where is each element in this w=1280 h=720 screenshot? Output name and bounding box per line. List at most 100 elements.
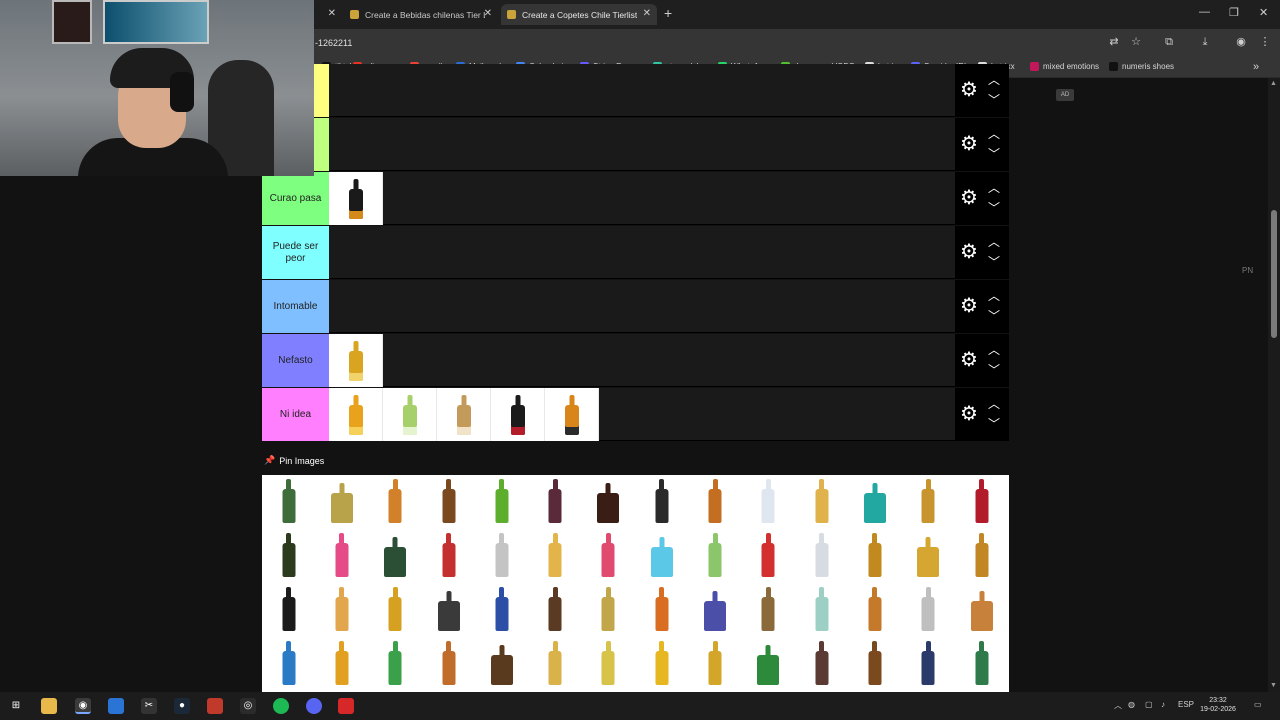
notifications-icon[interactable]: ▭	[1254, 700, 1262, 709]
pool-image[interactable]	[688, 583, 741, 637]
chevron-up-icon[interactable]: ︿	[985, 236, 1003, 248]
language-indicator[interactable]: ESP	[1178, 700, 1194, 709]
scroll-up-icon[interactable]: ▲	[1270, 80, 1277, 87]
pool-image[interactable]	[475, 475, 528, 529]
gear-icon[interactable]: ⚙	[958, 241, 980, 263]
chrome-icon[interactable]: ◉	[75, 698, 91, 714]
spotify-icon[interactable]	[273, 698, 289, 714]
network-icon[interactable]: ◍	[1128, 700, 1135, 709]
pool-image[interactable]	[262, 637, 315, 691]
bookmark-13[interactable]: numeris shoes	[1109, 62, 1174, 71]
tab-copetes-chile[interactable]: Create a Copetes Chile Tierlist ✕	[501, 4, 657, 25]
profile-icon[interactable]: ◉	[1235, 36, 1247, 48]
menu-icon[interactable]: ⋮	[1259, 36, 1271, 48]
pool-image[interactable]	[955, 583, 1008, 637]
pool-image[interactable]	[688, 475, 741, 529]
pool-image[interactable]	[369, 583, 422, 637]
chevron-down-icon[interactable]: ﹀	[985, 202, 1003, 214]
bookmark-star-icon[interactable]: ☆	[1130, 36, 1142, 48]
pool-image[interactable]	[582, 529, 635, 583]
gear-icon[interactable]: ⚙	[958, 79, 980, 101]
tier-item-image[interactable]	[329, 388, 383, 441]
discord-icon[interactable]	[306, 698, 322, 714]
pool-image[interactable]	[742, 475, 795, 529]
chevron-down-icon[interactable]: ﹀	[985, 94, 1003, 106]
more-bookmarks-icon[interactable]: »	[1250, 61, 1262, 73]
chevron-up-icon[interactable]: ︿	[985, 290, 1003, 302]
chevron-up-icon[interactable]: ︿	[985, 398, 1003, 410]
pool-image[interactable]	[742, 637, 795, 691]
pool-image[interactable]	[848, 475, 901, 529]
pool-image[interactable]	[528, 475, 581, 529]
app-icon[interactable]	[207, 698, 223, 714]
store-icon[interactable]	[108, 698, 124, 714]
url-text[interactable]: -1262211	[315, 38, 352, 48]
tier-item-image[interactable]	[383, 388, 437, 441]
gear-icon[interactable]: ⚙	[958, 187, 980, 209]
tier-label[interactable]: Intomable	[262, 280, 329, 333]
pool-image[interactable]	[475, 637, 528, 691]
pool-image[interactable]	[475, 583, 528, 637]
chevron-down-icon[interactable]: ﹀	[985, 364, 1003, 376]
pool-image[interactable]	[369, 529, 422, 583]
close-icon[interactable]: ✕	[643, 8, 651, 19]
pool-image[interactable]	[848, 529, 901, 583]
gear-icon[interactable]: ⚙	[958, 133, 980, 155]
pool-image[interactable]	[582, 637, 635, 691]
tier-item-image[interactable]	[329, 172, 383, 225]
pin-images-header[interactable]: 📌 Pin Images	[264, 455, 324, 466]
pool-image[interactable]	[262, 475, 315, 529]
pool-image[interactable]	[315, 637, 368, 691]
pool-image[interactable]	[262, 529, 315, 583]
microphone-icon[interactable]: ♪	[1161, 700, 1165, 709]
chevron-up-icon[interactable]: ︿	[985, 74, 1003, 86]
new-tab-button[interactable]: +	[664, 5, 672, 21]
pool-image[interactable]	[902, 583, 955, 637]
pool-image[interactable]	[795, 475, 848, 529]
pool-image[interactable]	[635, 583, 688, 637]
chevron-down-icon[interactable]: ﹀	[985, 310, 1003, 322]
pool-image[interactable]	[422, 529, 475, 583]
chevron-up-icon[interactable]: ︿	[985, 128, 1003, 140]
obs-icon[interactable]: ◎	[240, 698, 256, 714]
pool-image[interactable]	[688, 637, 741, 691]
pool-image[interactable]	[635, 637, 688, 691]
translate-icon[interactable]: ⇄	[1108, 36, 1120, 48]
tray-overflow-icon[interactable]: ︿	[1114, 700, 1122, 711]
file-explorer-icon[interactable]	[41, 698, 57, 714]
pool-image[interactable]	[369, 637, 422, 691]
windows-start-icon[interactable]: ⊞	[8, 698, 24, 714]
pool-image[interactable]	[635, 529, 688, 583]
pool-image[interactable]	[315, 529, 368, 583]
pool-image[interactable]	[315, 475, 368, 529]
pool-image[interactable]	[315, 583, 368, 637]
bookmark-12[interactable]: mixed emotions	[1030, 62, 1099, 71]
pool-image[interactable]	[955, 475, 1008, 529]
minimize-icon[interactable]: —	[1199, 6, 1210, 18]
pool-image[interactable]	[528, 637, 581, 691]
pool-image[interactable]	[528, 583, 581, 637]
pool-image[interactable]	[635, 475, 688, 529]
chevron-down-icon[interactable]: ﹀	[985, 256, 1003, 268]
pool-image[interactable]	[422, 583, 475, 637]
gear-icon[interactable]: ⚙	[958, 403, 980, 425]
pool-image[interactable]	[742, 583, 795, 637]
pool-image[interactable]	[262, 583, 315, 637]
pool-image[interactable]	[955, 637, 1008, 691]
scroll-down-icon[interactable]: ▼	[1270, 682, 1277, 689]
pool-image[interactable]	[902, 637, 955, 691]
tab-partial[interactable]: ✕	[316, 4, 342, 25]
pool-image[interactable]	[955, 529, 1008, 583]
pool-image[interactable]	[902, 529, 955, 583]
tier-label[interactable]: Curao pasa	[262, 172, 329, 225]
chevron-up-icon[interactable]: ︿	[985, 182, 1003, 194]
pool-image[interactable]	[848, 583, 901, 637]
tier-item-image[interactable]	[545, 388, 599, 441]
download-icon[interactable]: ⤓	[1199, 36, 1211, 48]
gear-icon[interactable]: ⚙	[958, 349, 980, 371]
pool-image[interactable]	[582, 583, 635, 637]
scroll-thumb[interactable]	[1271, 210, 1277, 338]
volume-icon[interactable]: ▢	[1145, 700, 1153, 709]
clock[interactable]: 23:32 19-02-2026	[1196, 696, 1240, 714]
tier-item-image[interactable]	[437, 388, 491, 441]
